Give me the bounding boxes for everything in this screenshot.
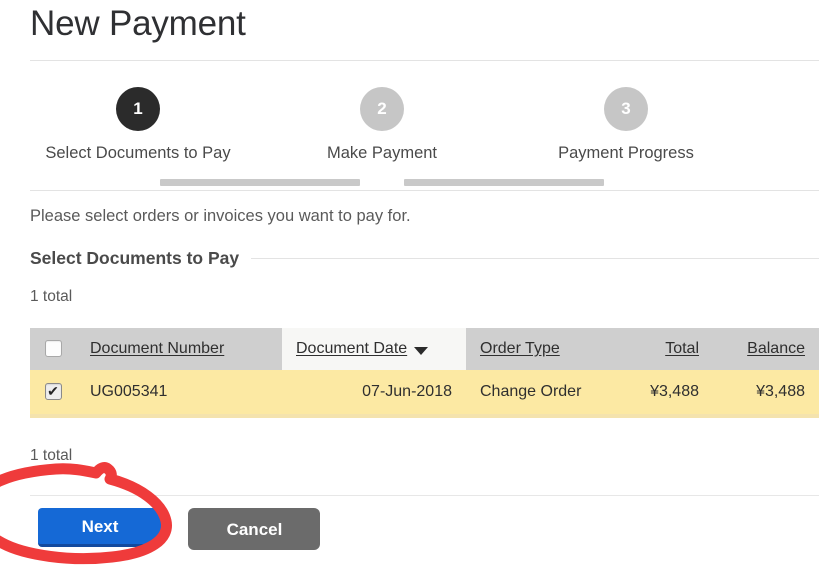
stepper-step-1-circle: 1 (116, 87, 160, 131)
column-header-order-type-label: Order Type (480, 340, 560, 357)
checkbox-checked-icon[interactable] (44, 383, 62, 401)
stepper-step-2-circle: 2 (360, 87, 404, 131)
page-title: New Payment (30, 4, 246, 43)
action-buttons: Next Cancel (38, 508, 321, 550)
record-count-bottom: 1 total (30, 447, 73, 464)
stepper-step-3-label: Payment Progress (558, 144, 694, 162)
table-row[interactable]: UG005341 07-Jun-2018 Change Order ¥3,488… (30, 370, 819, 418)
column-header-document-number[interactable]: Document Number (76, 328, 282, 370)
section-header: Select Documents to Pay (30, 248, 819, 269)
record-count-top: 1 total (30, 288, 73, 305)
cell-order-type: Change Order (466, 370, 609, 418)
cell-document-number: UG005341 (76, 370, 282, 418)
column-header-total[interactable]: Total (609, 328, 713, 370)
documents-table: Document Number Document Date Order Type… (30, 328, 819, 418)
section-rule (251, 258, 819, 259)
stepper-connector-1-2 (160, 179, 360, 186)
table-header-row: Document Number Document Date Order Type… (30, 328, 819, 370)
section-title: Select Documents to Pay (30, 248, 240, 268)
next-button[interactable]: Next (38, 508, 162, 547)
cancel-button[interactable]: Cancel (188, 508, 321, 550)
progress-stepper: 1 Select Documents to Pay 2 Make Payment… (0, 75, 819, 186)
stepper-step-3[interactable]: 3 Payment Progress (526, 75, 726, 163)
column-header-balance-label: Balance (747, 340, 805, 357)
instruction-text: Please select orders or invoices you wan… (30, 207, 411, 225)
column-header-total-label: Total (665, 340, 699, 357)
stepper-step-1-label: Select Documents to Pay (45, 144, 231, 162)
footer-divider (30, 495, 819, 496)
chevron-down-icon[interactable] (414, 346, 429, 355)
column-header-document-number-label: Document Number (90, 340, 225, 357)
row-select-cell[interactable] (30, 370, 76, 418)
stepper-step-2-label: Make Payment (326, 144, 438, 162)
stepper-step-3-circle: 3 (604, 87, 648, 131)
select-all-header[interactable] (30, 328, 76, 370)
stepper-step-1[interactable]: 1 Select Documents to Pay (38, 75, 238, 163)
stepper-step-2[interactable]: 2 Make Payment (282, 75, 482, 163)
stepper-connector-2-3 (404, 179, 604, 186)
column-header-order-type[interactable]: Order Type (466, 328, 609, 370)
cell-balance: ¥3,488 (713, 370, 819, 418)
column-header-balance[interactable]: Balance (713, 328, 819, 370)
stepper-divider (30, 190, 819, 191)
checkbox-unchecked-icon[interactable] (44, 340, 62, 358)
title-divider (30, 60, 819, 61)
column-header-document-date[interactable]: Document Date (282, 328, 466, 370)
column-header-document-date-label: Document Date (296, 340, 408, 357)
cell-document-date: 07-Jun-2018 (282, 370, 466, 418)
cell-total: ¥3,488 (609, 370, 713, 418)
